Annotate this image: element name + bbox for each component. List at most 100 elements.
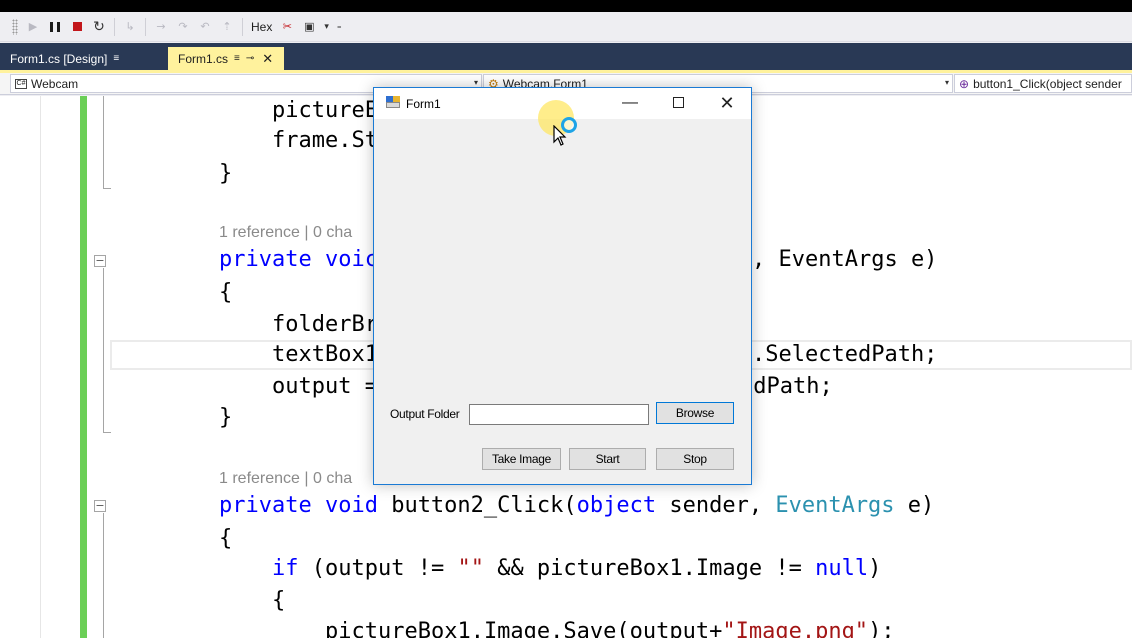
form-app-icon: [386, 96, 400, 108]
project-name: Webcam: [31, 76, 79, 91]
code-line[interactable]: pictureE: [272, 96, 378, 126]
busy-cursor-icon: [561, 117, 577, 133]
chevron-down-icon[interactable]: ▾: [945, 78, 949, 87]
outline-guide: [103, 96, 104, 188]
type-text: EventArgs: [775, 493, 895, 518]
output-folder-label: Output Folder: [390, 407, 460, 421]
collapse-icon[interactable]: −: [94, 500, 106, 512]
code-text: edPath;: [740, 374, 833, 399]
tab-label: Form1.cs: [178, 51, 229, 66]
tab-menu-icon[interactable]: ≡: [234, 53, 240, 64]
string-text: "": [457, 556, 484, 581]
code-text: e): [894, 493, 935, 518]
code-text: ): [868, 556, 882, 581]
code-text: && pictureBox1.Image !=: [483, 556, 816, 581]
code-text: {: [272, 588, 286, 613]
keyword-text: private: [219, 493, 312, 518]
maximize-icon: [672, 97, 684, 109]
keyword-text: object: [576, 493, 657, 518]
code-line[interactable]: {: [219, 278, 232, 308]
outline-guide: [103, 188, 111, 189]
toolbar-overflow-icon[interactable]: ₌: [337, 22, 342, 32]
member-dropdown[interactable]: ⊕ button1_Click(object sender: [954, 74, 1132, 93]
minimize-button[interactable]: —: [615, 92, 645, 114]
keyword-text: voic: [324, 247, 378, 272]
collapse-icon[interactable]: −: [94, 255, 106, 267]
code-text: {: [219, 526, 233, 551]
toolbar-separator: [145, 17, 146, 36]
start-button[interactable]: Start: [569, 448, 646, 470]
take-image-button[interactable]: Take Image: [482, 448, 561, 470]
stop-button[interactable]: Stop: [656, 448, 734, 470]
code-line[interactable]: }: [219, 403, 232, 433]
code-line[interactable]: frame.St: [272, 126, 378, 156]
debug-toolbar: ▶ ↻ ↳ → ↷ ↶ ⇡ Hex ✂ ▣ ▾ ₌: [0, 12, 1132, 42]
method-icon: ⊕: [959, 76, 970, 91]
code-line[interactable]: if (output != "" && pictureBox1.Image !=…: [272, 554, 881, 584]
keyword-text: null: [815, 556, 869, 581]
code-text: textBox1: [272, 342, 378, 367]
step-over-icon[interactable]: ↷: [176, 20, 190, 34]
top-border: [0, 0, 1132, 12]
step-out-icon[interactable]: ↶: [198, 20, 212, 34]
browse-button[interactable]: Browse: [656, 402, 734, 424]
outline-guide: [103, 513, 104, 638]
close-button[interactable]: ✕: [712, 92, 742, 114]
tab-form1-design[interactable]: Form1.cs [Design] ≡: [0, 47, 164, 70]
keyword-text: private: [219, 247, 312, 272]
close-tab-icon[interactable]: ✕: [262, 51, 273, 67]
code-text: folderBr: [272, 312, 378, 337]
hex-button[interactable]: Hex: [251, 20, 272, 34]
toolbar-grip-icon[interactable]: [12, 18, 18, 35]
code-text: output =: [272, 374, 378, 399]
code-text: pictureBox1.Image.Save(output+: [325, 619, 723, 638]
outline-guide: [103, 432, 111, 433]
code-line[interactable]: }: [219, 159, 232, 189]
form-title: Form1: [406, 97, 441, 111]
code-text: , EventArgs e): [752, 247, 938, 272]
code-line[interactable]: private void button2_Click(object sender…: [219, 491, 934, 521]
code-text: }: [219, 405, 233, 430]
dropdown-arrow-icon[interactable]: ▾: [324, 22, 329, 32]
output-folder-input[interactable]: [469, 404, 649, 425]
tab-form1-cs[interactable]: Form1.cs ≡ ⊸ ✕: [168, 47, 284, 70]
chevron-down-icon[interactable]: ▾: [474, 78, 478, 87]
maximize-button[interactable]: [663, 92, 693, 114]
code-line[interactable]: pictureBox1.Image.Save(output+"Image.png…: [325, 617, 895, 638]
pause-button[interactable]: [48, 20, 62, 34]
code-line[interactable]: {: [219, 524, 232, 554]
member-name: button1_Click(object sender: [973, 76, 1122, 91]
step-back-icon[interactable]: ⇡: [220, 20, 234, 34]
code-line[interactable]: .SelectedPath;: [752, 340, 937, 370]
code-line[interactable]: , EventArgs e): [752, 245, 937, 275]
code-text: );: [868, 619, 895, 638]
code-text: (output !=: [298, 556, 458, 581]
code-text: .SelectedPath;: [752, 342, 938, 367]
toolbar-separator: [242, 17, 243, 36]
stop-debugging-button[interactable]: [70, 20, 84, 34]
code-line[interactable]: textBox1: [272, 340, 378, 370]
continue-icon[interactable]: ▶: [26, 20, 40, 34]
code-line[interactable]: private voic: [219, 245, 378, 275]
pause-icon: [50, 21, 60, 32]
line-number-margin: [40, 96, 41, 638]
code-lens-references[interactable]: 1 reference | 0 cha: [219, 224, 352, 242]
step-into-icon[interactable]: →: [154, 20, 168, 34]
tab-menu-icon[interactable]: ≡: [113, 53, 119, 64]
code-line[interactable]: folderBr: [272, 310, 378, 340]
code-line[interactable]: output =: [272, 372, 378, 402]
code-lens-references[interactable]: 1 reference | 0 cha: [219, 470, 352, 488]
restart-button[interactable]: ↻: [92, 19, 106, 35]
code-text: }: [219, 161, 233, 186]
visual-studio-window: ▶ ↻ ↳ → ↷ ↶ ⇡ Hex ✂ ▣ ▾ ₌ Form1.cs [Desi…: [0, 0, 1132, 638]
threads-icon[interactable]: ✂: [280, 20, 294, 34]
pin-icon[interactable]: ⊸: [246, 53, 254, 64]
keyword-text: void: [324, 493, 378, 518]
stack-frame-icon[interactable]: ▣: [302, 20, 316, 34]
show-next-statement-icon[interactable]: ↳: [123, 20, 137, 34]
code-line[interactable]: {: [272, 586, 285, 616]
code-text: {: [219, 280, 233, 305]
code-line[interactable]: edPath;: [740, 372, 833, 402]
string-text: "Image.png": [722, 619, 869, 638]
tab-label: Form1.cs [Design]: [10, 51, 108, 66]
